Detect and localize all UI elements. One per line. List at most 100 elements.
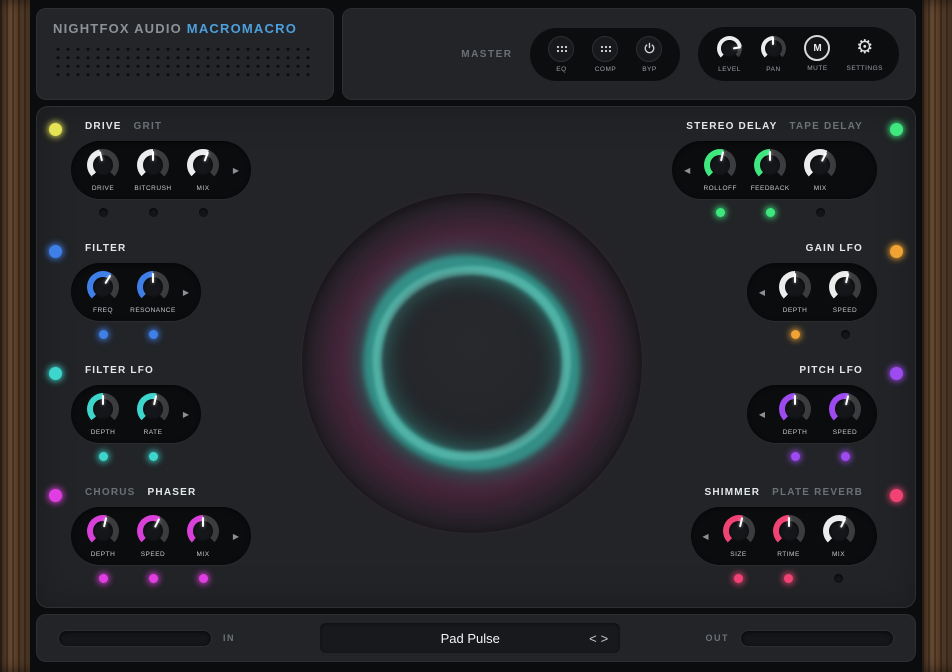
mix-knob[interactable]: MIX [181, 514, 225, 558]
mix-knob[interactable]: MIX [817, 514, 861, 558]
preset-selector[interactable]: Pad Pulse < > [320, 623, 620, 653]
speaker-grille [53, 45, 315, 79]
speed-knob[interactable]: SPEED [823, 392, 867, 436]
output-gain-fader[interactable] [741, 631, 893, 646]
settings-label: SETTINGS [846, 65, 883, 72]
knob-face[interactable] [822, 514, 856, 548]
resonance-knob[interactable]: RESONANCE [131, 270, 175, 314]
chevron-right-icon[interactable]: ▶ [181, 288, 191, 297]
chevron-left-icon[interactable]: ◀ [757, 288, 767, 297]
title-chorus[interactable]: CHORUS [85, 487, 136, 498]
knob-label: SPEED [833, 307, 858, 314]
knob-face[interactable] [86, 148, 120, 182]
mute-button[interactable]: M MUTE [802, 35, 832, 72]
pan-knob-face[interactable] [760, 35, 787, 62]
title-grit[interactable]: GRIT [134, 121, 163, 132]
knob-face[interactable] [828, 270, 862, 304]
knob-face[interactable] [778, 392, 812, 426]
preset-prev-icon[interactable]: < [589, 632, 597, 645]
speed-knob[interactable]: SPEED [823, 270, 867, 314]
delay-enable-led[interactable] [890, 123, 903, 136]
gain-lfo-enable-led[interactable] [890, 245, 903, 258]
input-gain-fader[interactable] [59, 631, 211, 646]
bypass-button[interactable]: BYP [634, 36, 664, 73]
title-shimmer[interactable]: SHIMMER [705, 487, 761, 498]
preset-name[interactable]: Pad Pulse [320, 631, 620, 646]
title-tape-delay[interactable]: TAPE DELAY [789, 121, 863, 132]
preset-nav: < > [589, 632, 608, 645]
knob-label: ROLLOFF [703, 185, 736, 192]
knob-face[interactable] [186, 148, 220, 182]
slot-led-row [71, 330, 201, 339]
module-pill: DRIVE BITCRUSH MIX ▶ [71, 141, 251, 199]
knob-face[interactable] [722, 514, 756, 548]
depth-knob[interactable]: DEPTH [773, 270, 817, 314]
feedback-knob[interactable]: FEEDBACK [748, 148, 792, 192]
knob-pointer [760, 35, 787, 62]
knob-face[interactable] [803, 148, 837, 182]
brand-product: MACROMACRO [187, 21, 297, 36]
chevron-right-icon[interactable]: ▶ [231, 166, 241, 175]
knob-face[interactable] [86, 514, 120, 548]
knob-pointer [133, 389, 174, 430]
drive-knob[interactable]: DRIVE [81, 148, 125, 192]
depth-knob[interactable]: DEPTH [773, 392, 817, 436]
title-phaser[interactable]: PHASER [148, 487, 197, 498]
bitcrush-knob[interactable]: BITCRUSH [131, 148, 175, 192]
knob-face[interactable] [753, 148, 787, 182]
filter-enable-led[interactable] [49, 245, 62, 258]
knob-face[interactable] [828, 392, 862, 426]
level-knob-face[interactable] [716, 35, 743, 62]
size-knob[interactable]: SIZE [717, 514, 761, 558]
rolloff-knob[interactable]: ROLLOFF [698, 148, 742, 192]
mix-knob[interactable]: MIX [798, 148, 842, 192]
knob-label: SIZE [730, 551, 746, 558]
pan-knob[interactable]: PAN [758, 35, 788, 73]
knob-face[interactable] [703, 148, 737, 182]
speed-knob[interactable]: SPEED [131, 514, 175, 558]
knob-face[interactable] [136, 392, 170, 426]
chevron-right-icon[interactable]: ▶ [181, 410, 191, 419]
chorus-enable-led[interactable] [49, 489, 62, 502]
chevron-left-icon[interactable]: ◀ [757, 410, 767, 419]
slot-led-row [672, 208, 877, 217]
power-icon [643, 42, 656, 55]
knob-face[interactable] [136, 148, 170, 182]
comp-button[interactable]: COMP [590, 36, 620, 73]
preset-next-icon[interactable]: > [601, 632, 609, 645]
chevron-left-icon[interactable]: ◀ [682, 166, 692, 175]
slot-led [834, 574, 843, 583]
knob-face[interactable] [86, 270, 120, 304]
title-drive[interactable]: DRIVE [85, 121, 122, 132]
brand: NIGHTFOX AUDIO MACROMACRO [53, 21, 317, 36]
knob-face[interactable] [772, 514, 806, 548]
knob-face[interactable] [136, 270, 170, 304]
drive-enable-led[interactable] [49, 123, 62, 136]
level-knob[interactable]: LEVEL [714, 35, 744, 73]
knob-pointer [130, 508, 176, 554]
eq-button[interactable]: EQ [546, 36, 576, 73]
title-pitch-lfo: PITCH LFO [799, 365, 863, 376]
depth-knob[interactable]: DEPTH [81, 392, 125, 436]
rtime-knob[interactable]: RTIME [767, 514, 811, 558]
module-pill: FREQ RESONANCE ▶ [71, 263, 201, 321]
chevron-right-icon[interactable]: ▶ [231, 532, 241, 541]
mix-knob[interactable]: MIX [181, 148, 225, 192]
module-chorus-phaser: CHORUS PHASER DEPTH SPEED MIX ▶ [71, 487, 251, 583]
chevron-left-icon[interactable]: ◀ [701, 532, 711, 541]
rate-knob[interactable]: RATE [131, 392, 175, 436]
eq-icon [556, 45, 567, 53]
settings-button[interactable]: ⚙ SETTINGS [846, 35, 883, 72]
depth-knob[interactable]: DEPTH [81, 514, 125, 558]
title-stereo-delay[interactable]: STEREO DELAY [686, 121, 777, 132]
title-plate-reverb[interactable]: PLATE REVERB [772, 487, 863, 498]
freq-knob[interactable]: FREQ [81, 270, 125, 314]
shimmer-enable-led[interactable] [890, 489, 903, 502]
slot-led [766, 208, 775, 217]
knob-face[interactable] [186, 514, 220, 548]
pitch-lfo-enable-led[interactable] [890, 367, 903, 380]
knob-face[interactable] [136, 514, 170, 548]
knob-face[interactable] [86, 392, 120, 426]
filter-lfo-enable-led[interactable] [49, 367, 62, 380]
knob-face[interactable] [778, 270, 812, 304]
